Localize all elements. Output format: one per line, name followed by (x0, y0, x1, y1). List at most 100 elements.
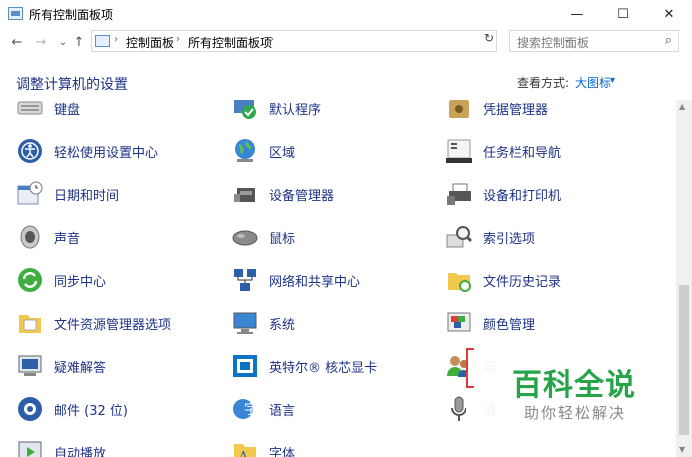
item-label: 设备管理器 (269, 189, 335, 204)
item-region[interactable]: 区域 (231, 135, 431, 167)
watermark-highlight-frame (466, 348, 474, 388)
maximize-button[interactable]: ☐ (600, 0, 646, 28)
search-placeholder: 搜索控制面板 (517, 36, 590, 50)
device-manager-icon (234, 188, 255, 202)
chevron-down-icon[interactable]: ▾ (610, 75, 615, 86)
ease-of-access-icon (18, 139, 42, 163)
item-label: 索引选项 (483, 232, 536, 247)
item-label: 系统 (269, 318, 296, 333)
item-mail[interactable]: 邮件 (32 位) (16, 393, 216, 425)
item-label: 字体 (269, 447, 296, 457)
breadcrumb-control-panel[interactable]: 控制面板 (126, 34, 174, 51)
breadcrumb-all-items[interactable]: 所有控制面板项 (188, 34, 272, 51)
address-bar[interactable]: › 控制面板 › 所有控制面板项 › ⌄ (91, 30, 571, 52)
page-title: 调整计算机的设置 (16, 77, 128, 93)
item-intel-graphics[interactable]: 英特尔® 核芯显卡 (231, 350, 431, 382)
credential-manager-icon (449, 100, 469, 118)
item-label: 自动播放 (54, 447, 107, 457)
minimize-button[interactable]: — (554, 0, 600, 28)
item-indexing-options[interactable]: 索引选项 (445, 221, 645, 253)
item-ease-of-access[interactable]: 轻松使用设置中心 (16, 135, 216, 167)
item-label: 设备和打印机 (483, 189, 562, 204)
color-management-icon (447, 312, 471, 332)
svg-text:字: 字 (244, 402, 258, 418)
mail-icon (18, 397, 42, 421)
calendar-clock-icon (17, 181, 43, 205)
item-fonts[interactable]: A 字体 (231, 436, 431, 457)
item-label: 同步中心 (54, 275, 107, 290)
item-label: 语言 (269, 404, 296, 419)
default-programs-icon (234, 100, 256, 119)
folder-options-icon (19, 315, 41, 333)
refresh-button[interactable]: ↻ (484, 31, 494, 45)
search-box[interactable]: 搜索控制面板 ⌕ (509, 30, 679, 52)
item-default-programs[interactable]: 默认程序 (231, 100, 431, 124)
watermark-subtitle: 助你轻松解决 (524, 404, 627, 422)
item-mouse[interactable]: 鼠标 (231, 221, 431, 253)
system-monitor-icon (233, 312, 257, 334)
scroll-up-arrow[interactable]: ▲ (679, 102, 685, 111)
intel-graphics-icon (233, 355, 257, 377)
item-date-time[interactable]: 日期和时间 (16, 178, 216, 210)
item-label: 邮件 (32 位) (54, 404, 128, 419)
scrollbar-thumb[interactable] (679, 285, 689, 435)
item-label: 疑难解答 (54, 361, 107, 376)
item-label: 鼠标 (269, 232, 296, 247)
sync-center-icon (18, 268, 42, 292)
troubleshooting-icon (18, 355, 42, 376)
file-history-icon (448, 273, 471, 292)
view-by-dropdown[interactable]: 大图标 (575, 74, 611, 91)
fonts-icon: A (234, 444, 256, 457)
item-language[interactable]: 字 语言 (231, 393, 431, 425)
up-button[interactable]: ↑ (70, 32, 88, 52)
taskbar-icon (446, 139, 472, 163)
item-color-management[interactable]: 颜色管理 (445, 307, 645, 339)
address-control-panel-icon (95, 35, 110, 47)
watermark-title: 百科全说 (512, 368, 636, 403)
breadcrumb-separator: › (114, 34, 118, 45)
close-button[interactable]: ✕ (646, 0, 692, 28)
item-troubleshooting[interactable]: 疑难解答 (16, 350, 216, 382)
region-globe-icon (235, 139, 255, 162)
item-sound[interactable]: 声音 (16, 221, 216, 253)
breadcrumb-separator: › (270, 34, 274, 45)
scroll-down-arrow[interactable]: ▼ (679, 445, 685, 454)
speaker-icon (20, 225, 40, 249)
navigation-bar: ← → ⌄ ↑ › 控制面板 › 所有控制面板项 › ⌄ ↻ 搜索控制面板 ⌕ (0, 28, 692, 56)
title-bar: 所有控制面板项 — ☐ ✕ (0, 0, 692, 28)
item-label: 凭据管理器 (483, 103, 549, 118)
printer-icon (447, 183, 471, 205)
language-icon: 字 (233, 399, 258, 419)
back-button[interactable]: ← (8, 32, 26, 52)
item-system[interactable]: 系统 (231, 307, 431, 339)
item-network-sharing[interactable]: 网络和共享中心 (231, 264, 431, 296)
item-file-history[interactable]: 文件历史记录 (445, 264, 645, 296)
breadcrumb-separator: › (176, 34, 180, 45)
item-taskbar-navigation[interactable]: 任务栏和导航 (445, 135, 645, 167)
item-autoplay[interactable]: 自动播放 (16, 436, 216, 457)
item-label: 文件历史记录 (483, 275, 562, 290)
watermark: 百科全说 助你轻松解决 (466, 346, 676, 432)
item-label: 任务栏和导航 (483, 146, 562, 161)
vertical-scrollbar[interactable]: ▲ ▼ (676, 100, 692, 457)
window-title: 所有控制面板项 (29, 8, 114, 22)
item-devices-printers[interactable]: 设备和打印机 (445, 178, 645, 210)
item-label: 文件资源管理器选项 (54, 318, 172, 333)
item-label: 声音 (54, 232, 81, 247)
item-label: 颜色管理 (483, 318, 536, 333)
svg-text:A: A (238, 449, 248, 457)
control-panel-icon (8, 7, 23, 20)
item-sync-center[interactable]: 同步中心 (16, 264, 216, 296)
view-by-label: 查看方式: (517, 76, 570, 90)
index-search-icon (446, 226, 473, 248)
item-device-manager[interactable]: 设备管理器 (231, 178, 431, 210)
item-file-explorer-options[interactable]: 文件资源管理器选项 (16, 307, 216, 339)
item-credential-manager[interactable]: 凭据管理器 (445, 100, 645, 124)
network-icon (234, 269, 256, 291)
search-icon[interactable]: ⌕ (665, 33, 672, 48)
item-keyboard[interactable]: 键盘 (16, 100, 216, 124)
autoplay-icon (18, 441, 42, 457)
forward-button[interactable]: → (32, 32, 50, 52)
item-label: 键盘 (54, 103, 81, 118)
item-label: 默认程序 (269, 103, 322, 118)
